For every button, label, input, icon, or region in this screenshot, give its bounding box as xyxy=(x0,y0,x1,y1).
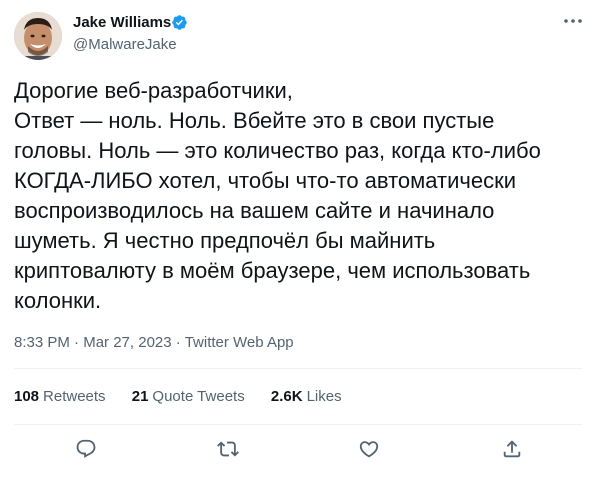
tweet-text-line: Дорогие веб-разработчики, xyxy=(14,78,293,103)
tweet-stats: 108 Retweets 21 Quote Tweets 2.6K Likes xyxy=(14,386,364,408)
reply-icon[interactable] xyxy=(71,434,101,464)
meta-separator: · xyxy=(175,334,181,351)
likes-stat[interactable]: 2.6K Likes xyxy=(271,386,342,408)
more-horizontal-icon[interactable] xyxy=(561,10,585,32)
likes-count: 2.6K xyxy=(270,388,303,405)
tweet-time[interactable]: 8:33 PM xyxy=(14,334,70,351)
tweet-text-line: Ответ — ноль. Ноль. Вбейте это в свои пу… xyxy=(14,108,495,133)
retweets-stat[interactable]: 108 Retweets xyxy=(14,386,106,408)
meta-separator: · xyxy=(74,334,80,351)
tweet-text: Дорогие веб-разработчики, Ответ — ноль. … xyxy=(14,76,584,316)
divider xyxy=(14,424,582,425)
retweets-count: 108 xyxy=(14,388,40,405)
retweet-icon[interactable] xyxy=(213,434,243,464)
tweet-text-line: криптовалюту в моём браузере, чем исполь… xyxy=(14,258,531,283)
tweet-date[interactable]: Mar 27, 2023 xyxy=(83,334,171,351)
author-display-name[interactable]: Jake Williams xyxy=(73,13,171,33)
retweets-label: Retweets xyxy=(43,388,106,405)
tweet-card: Jake Williams @MalwareJake Дорогие веб-р… xyxy=(0,0,596,484)
verified-badge-icon xyxy=(172,15,187,30)
tweet-text-line: КОГДА-ЛИБО хотел, чтобы что-то автоматич… xyxy=(14,168,517,193)
avatar-image xyxy=(14,12,62,60)
divider xyxy=(14,368,582,369)
heart-icon[interactable] xyxy=(354,434,384,464)
avatar[interactable] xyxy=(14,12,62,60)
quote-tweets-stat[interactable]: 21 Quote Tweets xyxy=(132,386,245,408)
share-icon[interactable] xyxy=(497,434,527,464)
tweet-text-line: колонки. xyxy=(14,288,102,313)
tweet-source[interactable]: Twitter Web App xyxy=(185,334,294,351)
quote-tweets-count: 21 xyxy=(131,388,149,405)
author-handle[interactable]: @MalwareJake xyxy=(73,35,177,55)
tweet-text-line: шуметь. Я честно предпочёл бы майнить xyxy=(14,228,436,253)
tweet-text-line: головы. Ноль — это количество раз, когда… xyxy=(14,138,541,163)
likes-label: Likes xyxy=(306,388,342,405)
quote-tweets-label: Quote Tweets xyxy=(152,388,245,405)
tweet-metadata: 8:33 PM · Mar 27, 2023 · Twitter Web App xyxy=(14,333,294,353)
tweet-text-line: воспроизводилось на вашем сайте и начина… xyxy=(14,198,495,223)
